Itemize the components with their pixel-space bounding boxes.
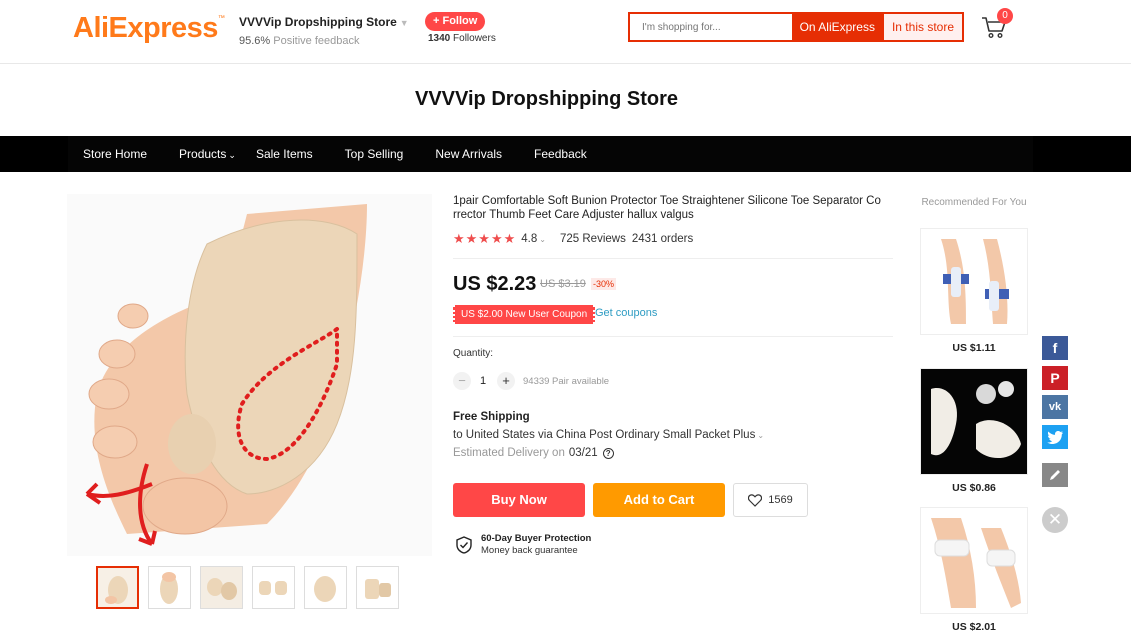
bunion-sleeve-image [921,508,1027,613]
top-header: AliExpress™ VVVVip Dropshipping Store ▼ 9… [0,0,1131,64]
store-feedback: 95.6% Positive feedback [239,35,360,47]
stock-available: 94339 Pair available [523,376,610,387]
chevron-down-icon: ▼ [399,18,409,28]
buyer-protection: 60-Day Buyer Protection Money back guara… [456,533,591,556]
feedback-percent: 95.6% [239,35,271,47]
divider [453,258,893,259]
follow-button[interactable]: + Follow [425,12,486,31]
recommended-item-1-price: US $1.11 [952,342,996,354]
orders-count: 2431 orders [631,233,694,245]
nav-top-selling[interactable]: Top Selling [345,136,404,172]
estimated-delivery: Estimated Delivery on 03/21? [453,447,614,459]
search-bar: On AliExpress In this store [628,12,964,42]
pinterest-icon[interactable]: P [1042,366,1068,390]
thumbnail-3[interactable] [200,566,243,609]
quantity-increase-button[interactable]: + [497,372,515,390]
chevron-down-icon: ⌄ [228,150,236,160]
delivery-date: 03/21 [568,447,598,459]
nav-store-home[interactable]: Store Home [83,136,147,172]
foot-with-bunion-protector-image [67,194,432,556]
thumbnail-6[interactable] [356,566,399,609]
recommended-item-3-price: US $2.01 [952,621,996,633]
divider [453,336,893,337]
thumbnail-5[interactable] [304,566,347,609]
bunion-splint-image [921,229,1027,334]
recommended-title: Recommended For You [921,197,1027,208]
close-icon[interactable]: ✕ [1042,507,1068,533]
recommended-item-2-price: US $0.86 [952,482,996,494]
wishlist-count: 1569 [768,494,793,506]
store-banner-title: VVVVip Dropshipping Store [415,88,678,110]
protection-title: 60-Day Buyer Protection [481,533,592,544]
chevron-down-icon: ⌄ [757,431,765,440]
trademark-mark: ™ [217,15,225,22]
nav-sale-items[interactable]: Sale Items [256,136,313,172]
nav-feedback[interactable]: Feedback [534,136,587,172]
nav-new-arrivals[interactable]: New Arrivals [435,136,502,172]
protection-subtitle: Money back guarantee [481,545,578,556]
search-on-aliexpress-button[interactable]: On AliExpress [791,14,883,40]
heart-icon [748,493,763,507]
toe-separator-image [921,369,1027,474]
recommended-item-1-image[interactable] [920,228,1028,335]
shield-check-icon [456,536,472,554]
new-user-coupon[interactable]: US $2.00 New User Coupon [453,305,596,324]
nav-products[interactable]: Products ⌄ [179,136,236,172]
add-to-cart-button[interactable]: Add to Cart [593,483,725,517]
quantity-decrease-button[interactable]: − [453,372,471,390]
thumbnail-1[interactable] [96,566,139,609]
search-in-store-button[interactable]: In this store [882,14,962,40]
recommended-item-3-image[interactable] [920,507,1028,614]
aliexpress-logo[interactable]: AliExpress™ [73,12,225,45]
search-input[interactable] [630,14,792,40]
twitter-icon[interactable] [1042,425,1068,449]
shipping-title: Free Shipping [453,411,530,423]
current-price: US $2.23 [453,273,537,295]
product-title: 1pair Comfortable Soft Bunion Protector … [453,195,881,221]
original-price: US $3.19 [540,278,586,290]
facebook-icon[interactable]: f [1042,336,1068,360]
cart-count-badge: 0 [997,8,1013,24]
recommended-item-2-image[interactable] [920,368,1028,475]
wishlist-button[interactable]: 1569 [733,483,808,517]
thumbnail-strip [96,566,408,609]
get-coupons-link[interactable]: Get coupons [595,307,657,319]
quantity-label: Quantity: [453,348,494,359]
shipping-destination-dropdown[interactable]: to United States via China Post Ordinary… [453,429,764,441]
chevron-down-icon: ⌄ [539,235,546,244]
star-rating-icon: ★★★★★ [453,231,517,246]
help-icon[interactable]: ? [602,447,614,459]
reviews-link[interactable]: 725 Reviews [560,233,626,245]
product-rating: ★★★★★ 4.8 ⌄ 725 Reviews 2431 orders [453,231,693,247]
vk-icon[interactable]: vk [1042,395,1068,419]
thumbnail-4[interactable] [252,566,295,609]
rating-score[interactable]: 4.8 ⌄ [521,233,546,245]
buy-now-button[interactable]: Buy Now [453,483,585,517]
thumbnail-2[interactable] [148,566,191,609]
store-nav: Store Home Products ⌄ Sale Items Top Sell… [0,136,1131,172]
followers-count: 1340 Followers [428,33,496,44]
product-main-image[interactable] [67,194,432,556]
discount-badge: -30% [591,278,617,290]
quantity-value[interactable]: 1 [480,375,486,387]
store-name-dropdown[interactable]: VVVVip Dropshipping Store ▼ [239,15,409,29]
edit-icon[interactable] [1042,463,1068,487]
